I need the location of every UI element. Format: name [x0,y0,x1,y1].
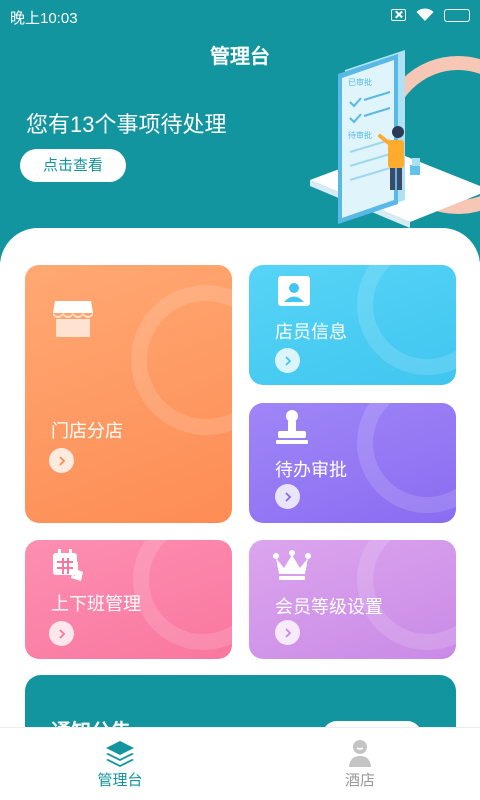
shift-management-arrow[interactable] [49,621,74,646]
chevron-right-icon [58,628,65,639]
calendar-icon [53,549,83,581]
chevron-right-icon [284,355,291,366]
tab-dashboard[interactable]: 管理台 [0,728,240,800]
tag-pending: 待审批 [348,130,372,140]
member-level-arrow[interactable] [275,620,300,645]
status-time: 晚上10:03 [10,10,78,27]
view-pending-button[interactable]: 点击查看 [20,149,126,182]
header: 晚上10:03 管理台 您有13个事项待处理 点击查看 已审批 待审批 [0,0,480,262]
no-sim-icon [391,9,406,21]
staff-info-label: 店员信息 [275,322,347,342]
tag-approved: 已审批 [348,77,372,87]
layers-icon [106,741,134,767]
pending-count-text: 您有13个事项待处理 [26,112,227,137]
id-card-icon [278,276,310,306]
staff-info-card[interactable]: 店员信息 [249,265,456,385]
store-branch-arrow[interactable] [49,448,74,473]
store-branch-label: 门店分店 [51,421,123,441]
approval-illustration: 已审批 待审批 [310,50,480,228]
bottom-tab-bar: 管理台 酒店 [0,727,480,800]
storefront-icon [53,301,93,337]
wifi-icon [416,8,434,21]
chevron-right-icon [284,491,291,502]
staff-info-arrow[interactable] [275,348,300,373]
user-icon [349,740,371,767]
member-level-card[interactable]: 会员等级设置 [249,540,456,659]
notice-card[interactable]: 通知公告 [25,675,456,728]
stamp-icon [276,410,308,444]
main-panel: 门店分店 店员信息 待办审批 上下班管理 会员等级设置 [0,228,480,728]
chevron-right-icon [284,627,291,638]
crown-icon [273,550,311,580]
chevron-right-icon [58,455,65,466]
store-branch-card[interactable]: 门店分店 [25,265,232,523]
tab-dashboard-label: 管理台 [97,772,143,789]
shift-management-label: 上下班管理 [51,594,141,614]
member-level-label: 会员等级设置 [275,597,383,617]
pending-approval-label: 待办审批 [275,460,347,480]
pending-approval-card[interactable]: 待办审批 [249,403,456,523]
shift-management-card[interactable]: 上下班管理 [25,540,232,659]
tab-hotel-label: 酒店 [344,772,375,789]
tab-hotel[interactable]: 酒店 [240,728,480,800]
battery-icon [444,8,470,22]
pending-approval-arrow[interactable] [275,484,300,509]
status-bar: 晚上10:03 [0,0,480,32]
status-icons [391,8,470,22]
